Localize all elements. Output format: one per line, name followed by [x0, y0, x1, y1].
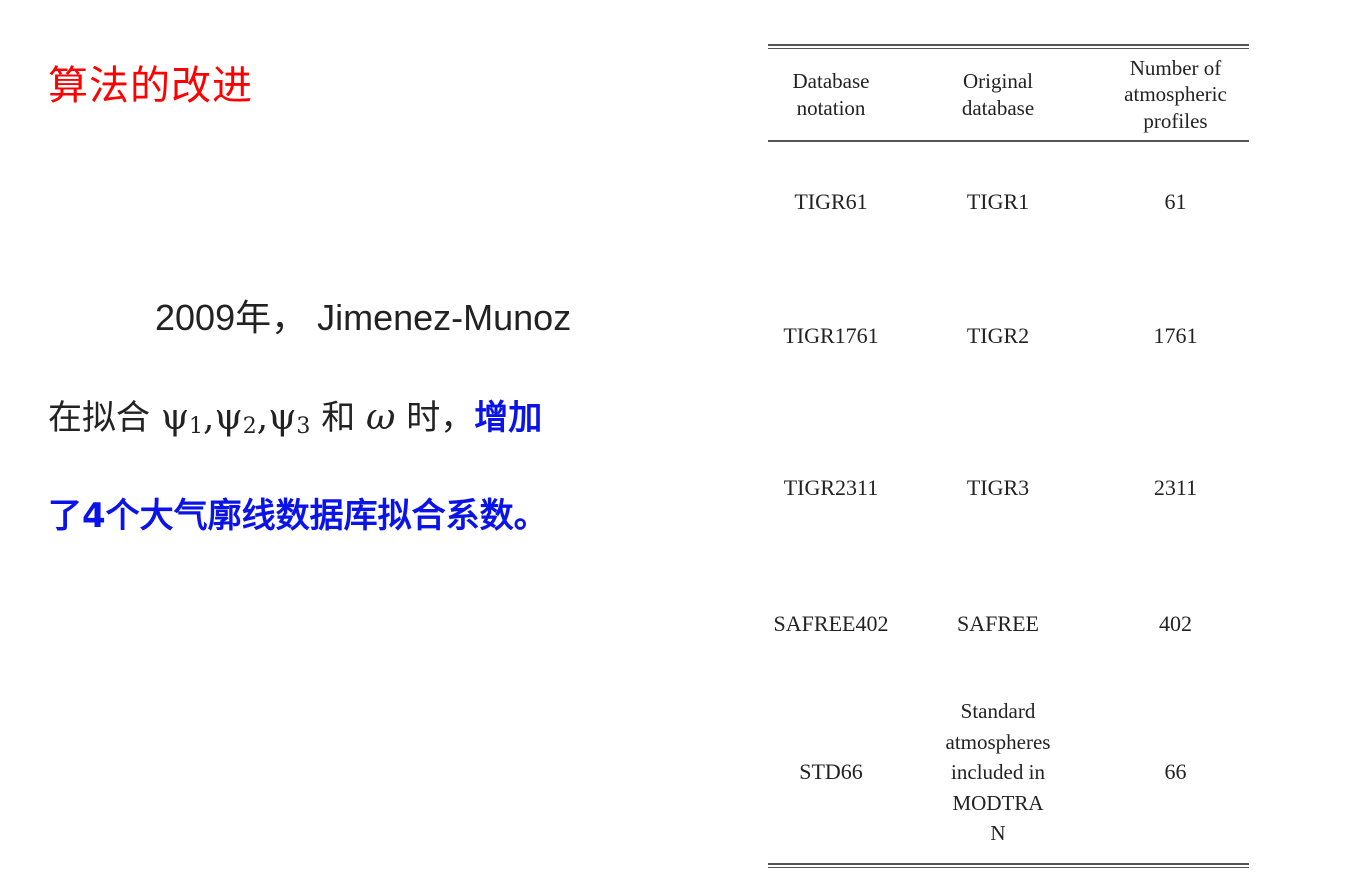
- highlight-text-1: 增加: [474, 398, 543, 438]
- table-bottom-rule: [768, 863, 1249, 868]
- cell-count: 1761: [1153, 323, 1198, 349]
- table-row: TIGR61 TIGR1 61: [768, 142, 1249, 263]
- table-row: TIGR2311 TIGR3 2311: [768, 410, 1249, 566]
- header-number-of-profiles: Number of atmospheric profiles: [1124, 56, 1227, 133]
- cell-count: 61: [1164, 189, 1187, 215]
- cell-count: 402: [1159, 610, 1192, 636]
- header-database-notation: Database notation: [792, 69, 870, 120]
- and-text: 和: [321, 398, 356, 438]
- year-suffix: 年，: [235, 298, 308, 339]
- table-row: STD66 Standard atmospheres included in M…: [768, 682, 1249, 863]
- cell-count: 2311: [1153, 474, 1198, 500]
- slide-title: 算法的改进: [48, 63, 253, 109]
- cell-count: 66: [1164, 759, 1187, 785]
- fit-prefix: 在拟合: [48, 398, 150, 438]
- author-name: Jimenez-Munoz: [317, 297, 572, 338]
- table-header-row: Database notation Original database Number…: [768, 49, 1249, 140]
- database-table: Database notation Original database Number…: [768, 44, 1249, 868]
- cell-notation: TIGR2311: [783, 474, 879, 500]
- separator: ,: [203, 397, 215, 438]
- cell-notation: TIGR1761: [783, 323, 879, 349]
- cell-original: TIGR3: [966, 474, 1030, 500]
- cell-notation: STD66: [799, 759, 863, 785]
- cell-original: Standard atmospheres included in MODTRA …: [945, 699, 1051, 846]
- paragraph-line-1: 2009年， Jimenez-Munoz: [155, 288, 775, 349]
- paragraph-line-3: 了4个大气廓线数据库拟合系数。: [48, 496, 548, 536]
- cell-notation: TIGR61: [794, 189, 868, 215]
- psi-1: ψ1: [160, 397, 204, 439]
- paragraph-line-2: 在拟合 ψ1,ψ2,ψ3 和 ω 时，增加: [48, 388, 668, 457]
- header-original-database: Original database: [961, 69, 1035, 120]
- separator: ,: [256, 397, 269, 438]
- cell-notation: SAFREE402: [773, 610, 889, 636]
- omega-symbol: ω: [366, 397, 396, 438]
- time-text: 时，: [406, 398, 475, 438]
- table-row: SAFREE402 SAFREE 402: [768, 566, 1249, 682]
- year-text: 2009: [155, 297, 236, 338]
- psi-2: ψ2: [214, 397, 257, 439]
- table-row: TIGR1761 TIGR2 1761: [768, 263, 1249, 410]
- cell-original: TIGR2: [966, 323, 1030, 349]
- psi-3: ψ3: [268, 397, 311, 439]
- cell-original: SAFREE: [957, 610, 1039, 636]
- cell-original: TIGR1: [966, 189, 1030, 215]
